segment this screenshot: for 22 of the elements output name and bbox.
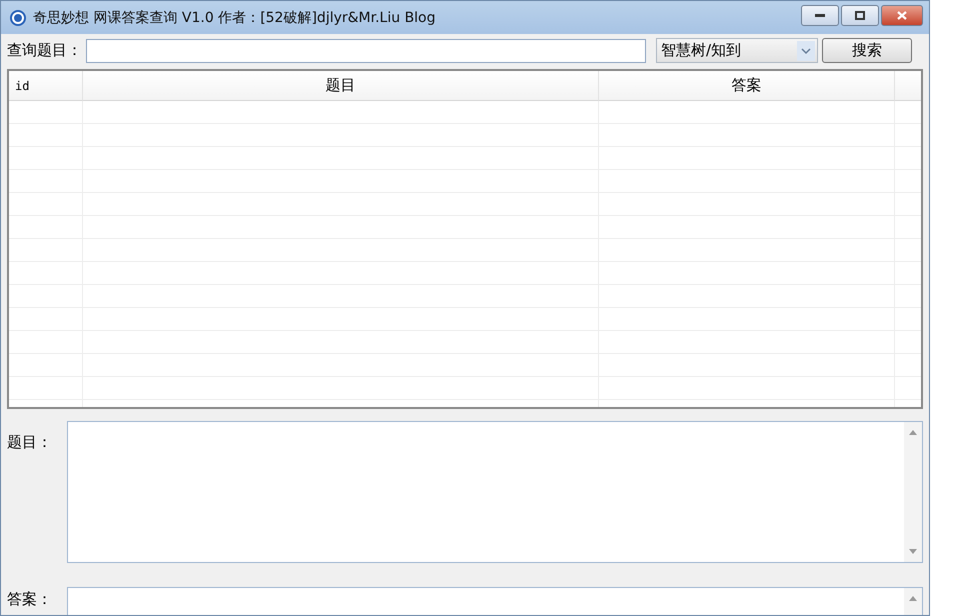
- window-title: 奇思妙想 网课答案查询 V1.0 作者：[52破解]djlyr&Mr.Liu Blog: [33, 8, 437, 26]
- column-header[interactable]: 题目: [83, 71, 599, 101]
- up-arrow-icon: [909, 596, 917, 601]
- close-button[interactable]: [881, 5, 923, 26]
- minimize-icon: [815, 14, 825, 18]
- field-label: 答案：: [7, 590, 53, 609]
- field-label: 题目：: [7, 432, 53, 453]
- down-arrow-icon: [909, 549, 917, 554]
- minimize-button[interactable]: [801, 5, 839, 26]
- app-logo-icon: [9, 8, 27, 26]
- up-arrow-icon: [909, 430, 917, 435]
- chevron-down-icon: [797, 40, 815, 60]
- column-header[interactable]: id: [9, 71, 83, 101]
- column-header[interactable]: 答案: [599, 71, 895, 101]
- search-label: 查询题目：: [7, 41, 82, 60]
- scrollbar[interactable]: [904, 422, 922, 562]
- maximize-icon: [855, 11, 865, 20]
- close-icon: [897, 11, 907, 20]
- search-field[interactable]: [86, 38, 646, 62]
- source-dropdown[interactable]: 智慧树/知到: [656, 38, 818, 63]
- maximize-button[interactable]: [841, 5, 879, 26]
- search-button[interactable]: 搜索: [822, 38, 912, 63]
